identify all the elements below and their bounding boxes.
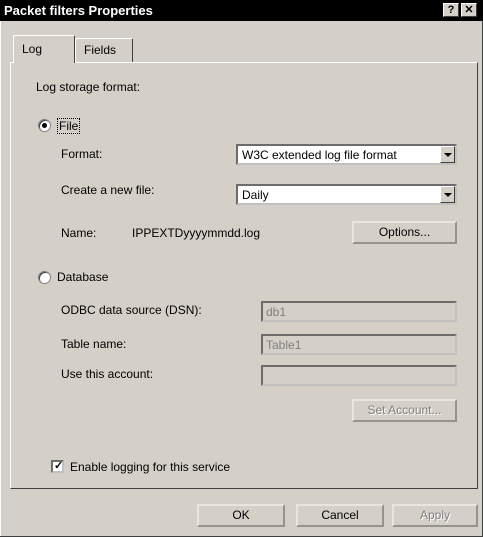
title-bar: Packet filters Properties ? ✕: [0, 0, 483, 21]
window-frame-left: [0, 21, 1, 537]
tab-fields[interactable]: Fields: [75, 38, 133, 62]
tab-log-label: Log: [22, 42, 43, 56]
ok-button[interactable]: OK: [197, 504, 285, 527]
help-button[interactable]: ?: [443, 3, 459, 17]
cancel-button[interactable]: Cancel: [296, 504, 384, 527]
tab-fields-label: Fields: [84, 43, 117, 57]
close-button[interactable]: ✕: [461, 3, 477, 17]
log-tab-panel: [10, 62, 478, 489]
tab-log[interactable]: Log: [13, 35, 75, 63]
apply-button: Apply: [392, 504, 478, 527]
window-title: Packet filters Properties: [4, 3, 153, 18]
tab-join: [26, 61, 72, 64]
